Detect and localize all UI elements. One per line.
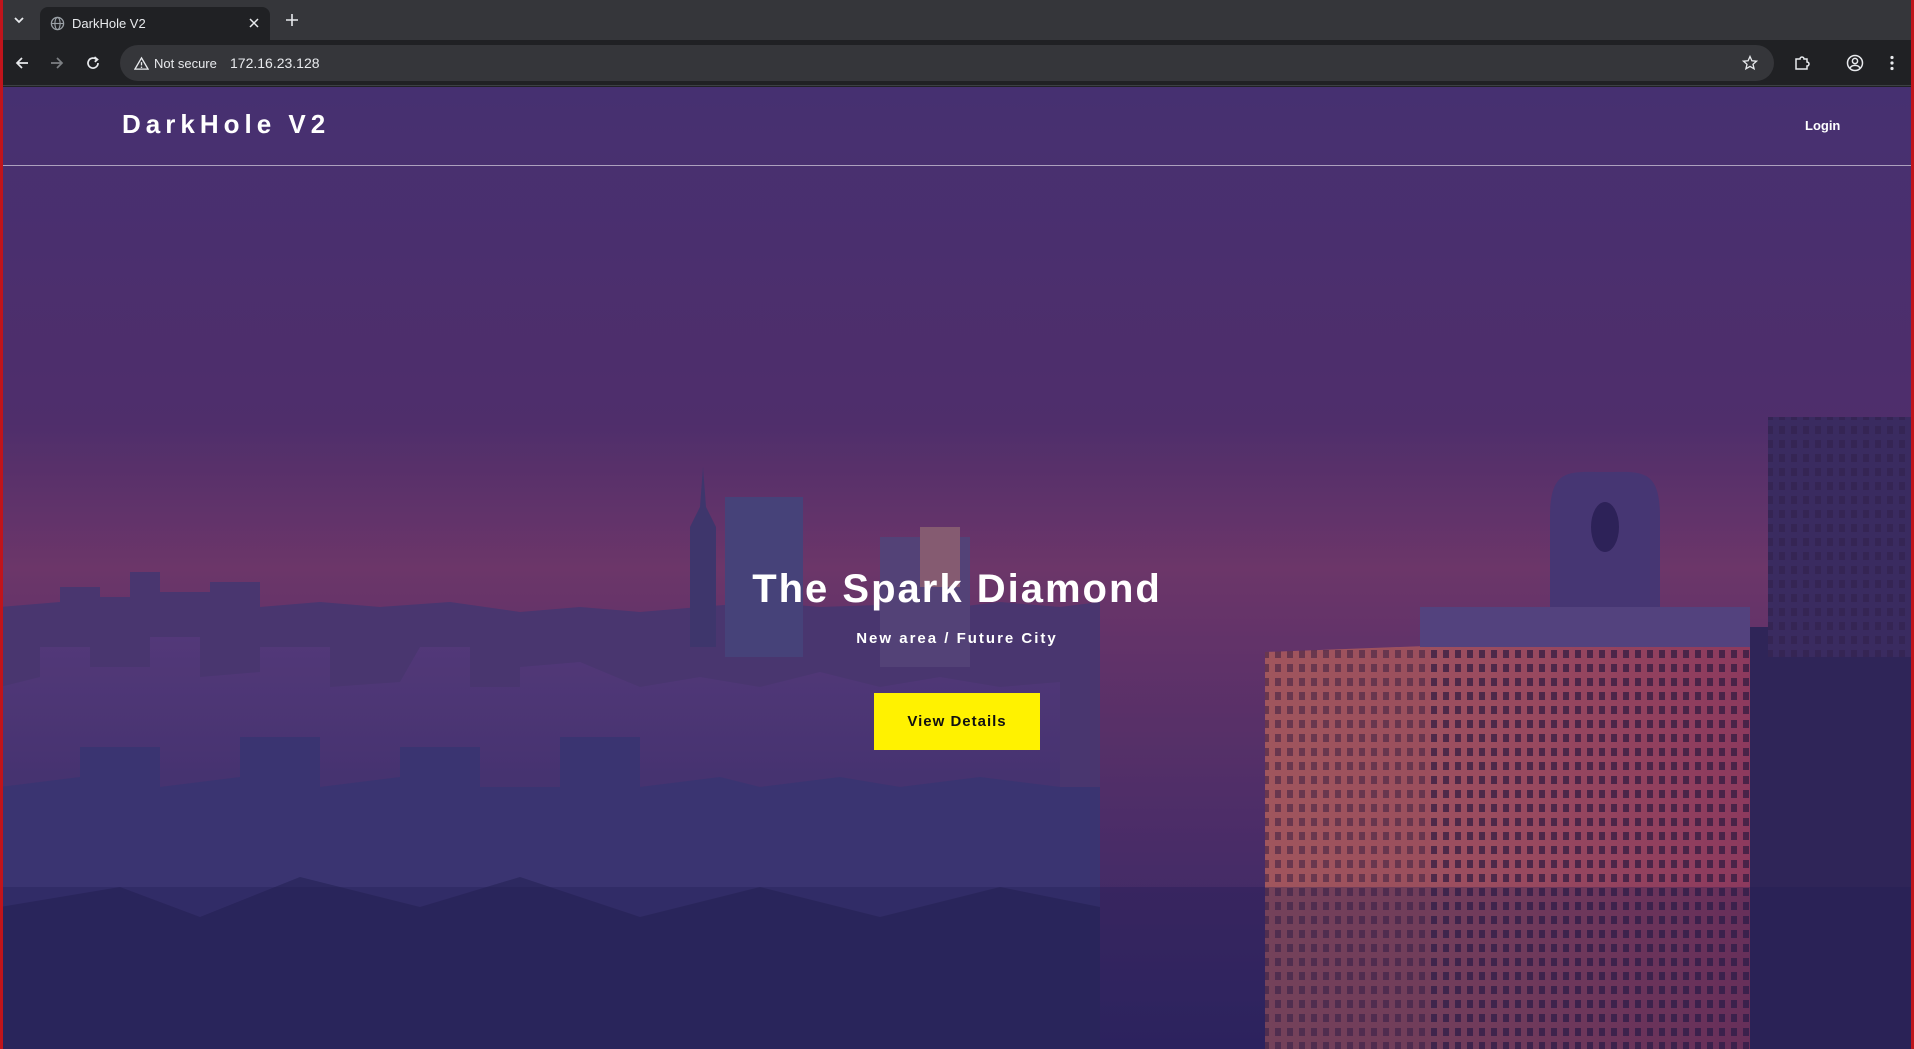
extensions-button[interactable] xyxy=(1789,50,1815,76)
browser-toolbar: Not secure 172.16.23.128 xyxy=(0,40,1914,86)
warning-triangle-icon xyxy=(134,56,149,70)
tab-close-button[interactable] xyxy=(246,15,262,31)
back-button[interactable] xyxy=(9,50,35,76)
hero-content: The Spark Diamond New area / Future City… xyxy=(0,567,1914,750)
back-arrow-icon xyxy=(15,57,28,69)
security-chip[interactable]: Not secure xyxy=(128,51,223,75)
new-tab-button[interactable] xyxy=(280,8,304,32)
forward-button[interactable] xyxy=(44,50,70,76)
hero-title: The Spark Diamond xyxy=(752,567,1162,611)
login-link[interactable]: Login xyxy=(1805,118,1840,133)
forward-arrow-icon xyxy=(51,57,64,69)
reload-button[interactable] xyxy=(80,50,106,76)
browser-tab-active[interactable]: DarkHole V2 xyxy=(40,7,270,40)
reload-icon xyxy=(87,56,99,69)
screen-edge-left xyxy=(0,0,3,1049)
browser-menu-button[interactable] xyxy=(1879,50,1905,76)
view-details-button[interactable]: View Details xyxy=(874,693,1040,750)
address-bar[interactable]: Not secure 172.16.23.128 xyxy=(120,45,1774,81)
star-icon xyxy=(1742,55,1758,71)
profile-button[interactable] xyxy=(1842,50,1868,76)
globe-icon xyxy=(50,16,65,31)
browser-tabstrip: DarkHole V2 xyxy=(0,0,1914,40)
kebab-menu-icon xyxy=(1890,55,1894,71)
hero-subtitle: New area / Future City xyxy=(856,630,1058,647)
tab-title: DarkHole V2 xyxy=(72,16,146,31)
profile-icon xyxy=(1846,54,1864,72)
security-label: Not secure xyxy=(154,55,217,71)
close-icon xyxy=(249,18,259,28)
bookmark-button[interactable] xyxy=(1738,51,1762,75)
plus-icon xyxy=(286,14,298,26)
puzzle-icon xyxy=(1795,56,1810,70)
url-text[interactable]: 172.16.23.128 xyxy=(230,55,320,71)
page-viewport: DarkHole V2 Login The Spark Diamond New … xyxy=(0,87,1914,1049)
chevron-down-icon xyxy=(14,17,24,24)
site-logo[interactable]: DarkHole V2 xyxy=(122,109,330,140)
tab-list-button[interactable] xyxy=(7,8,31,32)
site-header: DarkHole V2 Login xyxy=(0,87,1914,166)
